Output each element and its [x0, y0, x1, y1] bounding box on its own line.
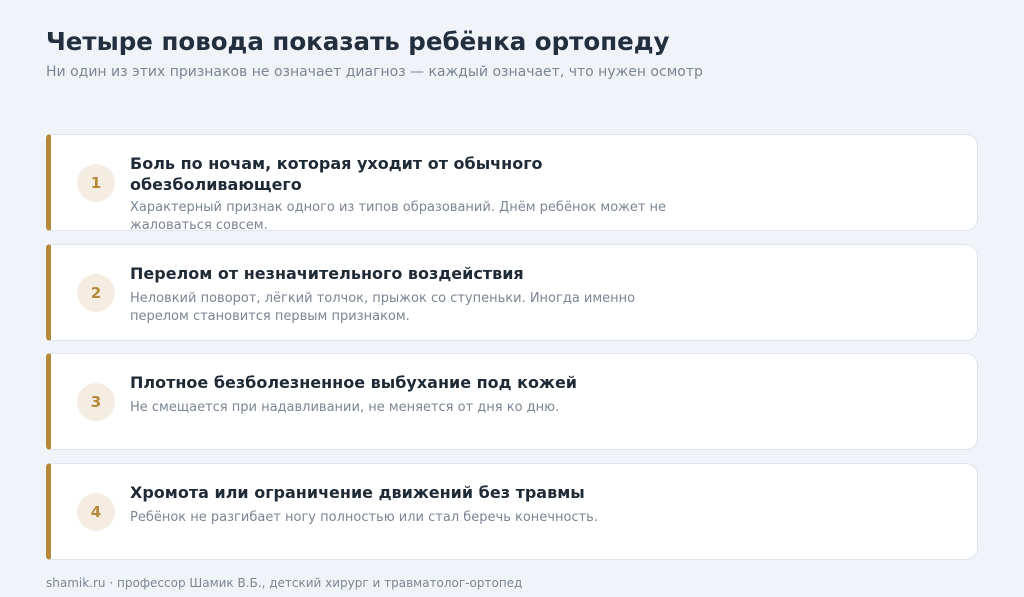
page-title: Четыре повода показать ребёнка ортопеду	[46, 27, 670, 56]
reason-card-3: 3 Плотное безболезненное выбухание под к…	[46, 353, 978, 450]
reason-title: Хромота или ограничение движений без тра…	[130, 482, 585, 502]
reason-text: Перелом от незначительного воздействия Н…	[130, 263, 690, 326]
reason-number-badge: 4	[77, 492, 115, 531]
reason-text: Хромота или ограничение движений без тра…	[130, 482, 690, 527]
reason-card-2: 2 Перелом от незначительного воздействия…	[46, 243, 978, 341]
reason-title: Плотное безболезненное выбухание под кож…	[130, 373, 577, 392]
reason-card-4: 4 Хромота или ограничение движений без т…	[46, 462, 978, 560]
reason-number-badge: 3	[77, 383, 115, 421]
reason-description: Не смещается при надавливании, не меняет…	[130, 400, 560, 415]
reason-title: Перелом от незначительного воздействия	[130, 263, 524, 283]
reason-title: Боль по ночам, которая уходит от обычног…	[130, 154, 543, 194]
reason-description: Характерный признак одного из типов обра…	[130, 200, 667, 233]
reason-description: Ребёнок не разгибает ногу полностью или …	[130, 509, 598, 525]
reason-text: Плотное безболезненное выбухание под кож…	[130, 372, 690, 417]
footer-credit: shamik.ru · профессор Шамик В.Б., детски…	[46, 576, 523, 590]
reason-number-badge: 1	[77, 164, 115, 202]
reason-number-badge: 2	[77, 273, 115, 312]
page-subtitle: Ни один из этих признаков не означает ди…	[46, 64, 703, 80]
reason-card-1: 1 Боль по ночам, которая уходит от обычн…	[46, 134, 978, 233]
reason-text: Боль по ночам, которая уходит от обычног…	[130, 153, 690, 235]
reason-description: Неловкий поворот, лёгкий толчок, прыжок …	[130, 290, 636, 324]
page: Четыре повода показать ребёнка ортопеду …	[0, 0, 1024, 597]
reasons-list: 1 Боль по ночам, которая уходит от обычн…	[46, 134, 978, 572]
